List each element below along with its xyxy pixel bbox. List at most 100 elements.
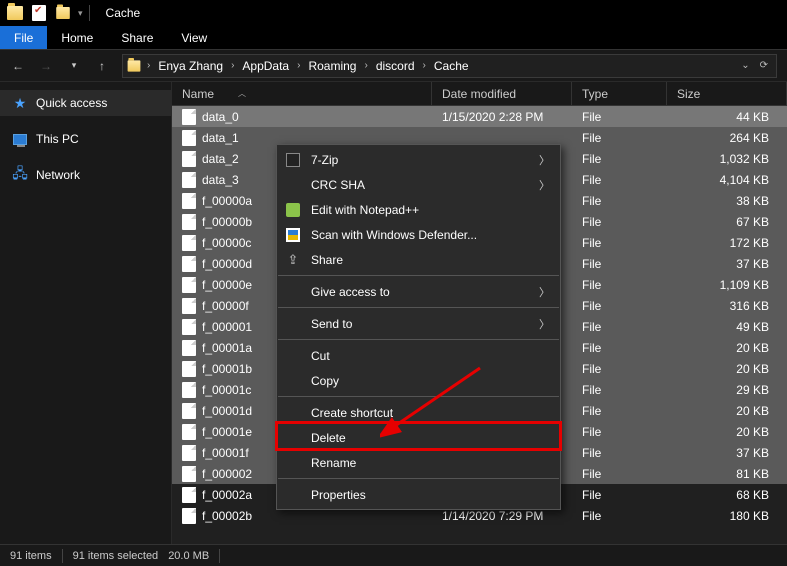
ctx-share[interactable]: ⇪ Share <box>277 247 560 272</box>
new-folder-qat-icon[interactable] <box>52 2 74 24</box>
ctx-cut[interactable]: Cut <box>277 343 560 368</box>
sidebar-item-this-pc[interactable]: This PC <box>0 126 171 152</box>
file-size: 37 KB <box>667 446 787 460</box>
file-name: f_00001b <box>202 362 252 376</box>
file-type: File <box>572 446 667 460</box>
file-icon <box>182 508 196 524</box>
file-size: 20 KB <box>667 404 787 418</box>
file-icon <box>182 256 196 272</box>
file-type: File <box>572 173 667 187</box>
up-button[interactable]: ↑ <box>90 54 114 78</box>
qat-chevron-icon[interactable]: ▾ <box>78 8 83 19</box>
ctx-crc[interactable]: CRC SHA 〉 <box>277 172 560 197</box>
file-size: 1,032 KB <box>667 152 787 166</box>
sidebar-label-pc: This PC <box>36 132 79 146</box>
ctx-notepadpp[interactable]: Edit with Notepad++ <box>277 197 560 222</box>
ctx-rename[interactable]: Rename <box>277 450 560 475</box>
file-icon <box>182 214 196 230</box>
file-icon <box>182 382 196 398</box>
file-size: 67 KB <box>667 215 787 229</box>
file-name: f_00001d <box>202 404 252 418</box>
file-icon <box>182 319 196 335</box>
file-type: File <box>572 152 667 166</box>
file-size: 20 KB <box>667 362 787 376</box>
file-name: f_000001 <box>202 320 252 334</box>
sort-ascending-icon: ︿ <box>238 88 246 99</box>
file-size: 172 KB <box>667 236 787 250</box>
ctx-delete[interactable]: Delete <box>277 425 560 450</box>
file-row[interactable]: data_01/15/2020 2:28 PMFile44 KB <box>172 106 787 127</box>
file-name: data_2 <box>202 152 239 166</box>
ctx-copy[interactable]: Copy <box>277 368 560 393</box>
forward-button[interactable]: → <box>34 54 58 78</box>
properties-qat-icon[interactable] <box>28 2 50 24</box>
ctx-give-access[interactable]: Give access to 〉 <box>277 279 560 304</box>
ctx-create-shortcut[interactable]: Create shortcut <box>277 400 560 425</box>
tab-share[interactable]: Share <box>107 26 167 49</box>
file-name: f_00002a <box>202 488 252 502</box>
col-name[interactable]: Name︿ <box>172 82 432 105</box>
submenu-arrow-icon: 〉 <box>539 177 550 193</box>
file-type: File <box>572 110 667 124</box>
breadcrumb-root-chevron-icon[interactable]: › <box>145 60 152 71</box>
file-name: data_3 <box>202 173 239 187</box>
file-icon <box>182 109 196 125</box>
file-icon <box>182 151 196 167</box>
breadcrumb-folder-icon[interactable] <box>125 57 143 75</box>
refresh-icon[interactable]: ⟳ <box>756 58 772 73</box>
file-icon <box>182 235 196 251</box>
breadcrumb-seg-3[interactable]: discord <box>370 55 421 77</box>
submenu-arrow-icon: 〉 <box>539 316 550 332</box>
share-icon: ⇪ <box>283 250 303 270</box>
app-folder-icon[interactable] <box>4 2 26 24</box>
sidebar-label-net: Network <box>36 168 80 182</box>
breadcrumb-seg-4[interactable]: Cache <box>428 55 475 77</box>
col-size[interactable]: Size <box>667 82 787 105</box>
file-type: File <box>572 215 667 229</box>
file-type: File <box>572 299 667 313</box>
file-type: File <box>572 236 667 250</box>
file-size: 44 KB <box>667 110 787 124</box>
back-button[interactable]: ← <box>6 54 30 78</box>
file-icon <box>182 340 196 356</box>
breadcrumb-seg-1[interactable]: AppData <box>236 55 295 77</box>
file-size: 264 KB <box>667 131 787 145</box>
ctx-defender[interactable]: Scan with Windows Defender... <box>277 222 560 247</box>
file-name: data_1 <box>202 131 239 145</box>
tab-file[interactable]: File <box>0 26 47 49</box>
context-menu: 7-Zip 〉 CRC SHA 〉 Edit with Notepad++ Sc… <box>276 144 561 510</box>
file-icon <box>182 403 196 419</box>
title-bar: ▾ Cache <box>0 0 787 26</box>
address-dropdown-icon[interactable]: ⌄ <box>737 58 753 73</box>
file-size: 316 KB <box>667 299 787 313</box>
file-type: File <box>572 257 667 271</box>
col-type[interactable]: Type <box>572 82 667 105</box>
status-selected: 91 items selected <box>73 550 159 562</box>
star-icon: ★ <box>12 95 28 111</box>
file-date: 1/15/2020 2:28 PM <box>432 110 572 124</box>
file-type: File <box>572 341 667 355</box>
pc-icon <box>12 131 28 147</box>
address-bar[interactable]: › Enya Zhang› AppData› Roaming› discord›… <box>122 54 777 78</box>
file-type: File <box>572 425 667 439</box>
ctx-7zip[interactable]: 7-Zip 〉 <box>277 147 560 172</box>
file-size: 37 KB <box>667 257 787 271</box>
tab-view[interactable]: View <box>167 26 221 49</box>
file-name: f_00001c <box>202 383 251 397</box>
file-type: File <box>572 320 667 334</box>
col-date[interactable]: Date modified <box>432 82 572 105</box>
recent-locations-chevron-icon[interactable]: ▾ <box>62 54 86 78</box>
column-headers: Name︿ Date modified Type Size <box>172 82 787 106</box>
ctx-send-to[interactable]: Send to 〉 <box>277 311 560 336</box>
file-name: f_00000f <box>202 299 249 313</box>
breadcrumb-seg-2[interactable]: Roaming <box>302 55 362 77</box>
ctx-properties[interactable]: Properties <box>277 482 560 507</box>
breadcrumb-seg-0[interactable]: Enya Zhang <box>152 55 229 77</box>
tab-home[interactable]: Home <box>47 26 107 49</box>
sidebar-item-network[interactable]: 🖧 Network <box>0 162 171 188</box>
file-type: File <box>572 488 667 502</box>
file-type: File <box>572 383 667 397</box>
sidebar-item-quick-access[interactable]: ★ Quick access <box>0 90 171 116</box>
network-icon: 🖧 <box>12 167 28 183</box>
file-type: File <box>572 404 667 418</box>
